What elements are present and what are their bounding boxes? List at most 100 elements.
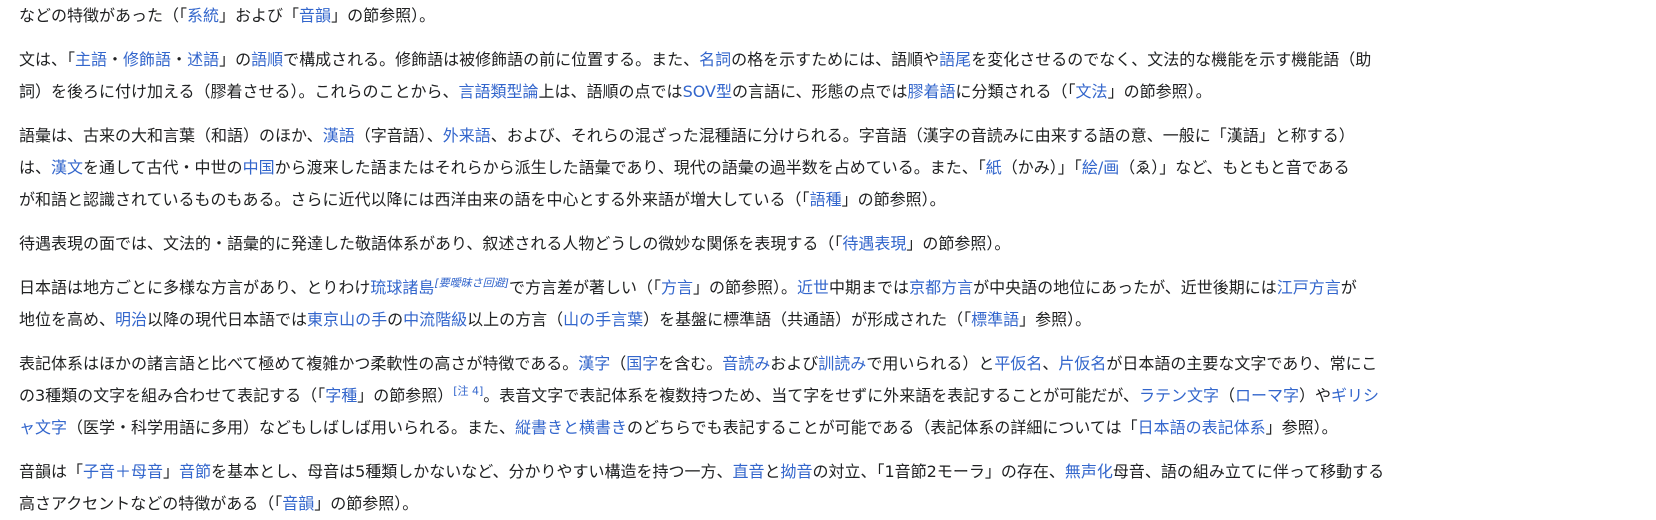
wiki-link[interactable]: 山の手 — [339, 310, 387, 329]
para-phonology: 音韻は「子音＋母音」音節を基本とし、母音は5種類しかないなど、分かりやすい構造を… — [19, 456, 1640, 520]
body-text: で構成される。修飾語は被修飾語の前に位置する。また、 — [283, 50, 700, 69]
body-text: 」の節参照）。 — [693, 278, 798, 297]
wiki-link[interactable]: 漢文 — [51, 158, 83, 177]
text-line: 待遇表現の面では、文法的・語彙的に発達した敬語体系があり、叙述される人物どうしの… — [19, 228, 1640, 260]
reference-link[interactable]: [要曖昧さ回避] — [434, 277, 509, 290]
body-text: ・ — [171, 50, 188, 69]
wiki-link[interactable]: 琉球諸島 — [370, 278, 434, 297]
wiki-link[interactable]: 近世 — [797, 278, 829, 297]
wiki-link[interactable]: 語順 — [251, 50, 283, 69]
wiki-link[interactable]: 漢語 — [323, 126, 355, 145]
body-text: 」の — [219, 50, 252, 69]
wiki-link[interactable]: 紙 — [986, 158, 1002, 177]
body-text: 」の節参照）。 — [1107, 82, 1212, 101]
wiki-link[interactable]: SOV型 — [683, 82, 732, 101]
wiki-link[interactable]: 京都方言 — [909, 278, 973, 297]
article-body: などの特徴があった（「系統」および「音韻」の節参照）。 文は、「主語・修飾語・述語… — [0, 0, 1656, 520]
wiki-link[interactable]: 文法 — [1076, 82, 1108, 101]
wiki-link[interactable]: 膠着語 — [908, 82, 956, 101]
body-text: を通して古代・中世の — [83, 158, 243, 177]
body-text: のどちらでも表記することが可能である（表記体系の詳細については「 — [627, 418, 1138, 437]
body-text: 高さアクセントなどの特徴がある（「 — [19, 494, 283, 513]
wiki-link[interactable]: 語種 — [810, 190, 842, 209]
text-line: は、漢文を通して古代・中世の中国から渡来した語またはそれらから派生した語彙であり… — [19, 152, 1640, 184]
wiki-link[interactable]: 拗音 — [780, 462, 812, 481]
body-text: が中央語の地位にあったが、近世後期には — [973, 278, 1277, 297]
body-text: で方言差が著しい（「 — [508, 278, 661, 297]
text-line: 表記体系はほかの諸言語と比べて極めて複雑かつ柔軟性の高さが特徴である。漢字（国字… — [19, 348, 1640, 380]
para-writing-system: 表記体系はほかの諸言語と比べて極めて複雑かつ柔軟性の高さが特徴である。漢字 （ 国字… — [19, 348, 1640, 444]
wiki-link[interactable]: 名詞 — [699, 50, 731, 69]
wiki-link[interactable]: 江戸方言 — [1277, 278, 1341, 297]
body-text: の — [387, 310, 404, 329]
wiki-link[interactable]: 訓読み — [818, 354, 866, 373]
wiki-link[interactable]: 縦書きと横書き — [515, 418, 627, 437]
wiki-link[interactable]: 待遇表現 — [842, 234, 906, 253]
wiki-link[interactable]: 方言 — [661, 278, 693, 297]
body-text: （ゑ）」など、もともと音である — [1119, 158, 1350, 177]
body-text: 表記体系はほかの諸言語と比べて極めて複雑かつ柔軟性の高さが特徴である。 — [19, 354, 579, 373]
body-text: から渡来した語またはそれらから派生した語彙であり、現代の語彙の過半数を占めている… — [274, 158, 986, 177]
text-line: の3種類の文字を組み合わせて表記する（「字種」の節参照）[注 4]。表音文字で表… — [19, 380, 1640, 412]
text-line: 音韻は「子音＋母音」音節を基本とし、母音は5種類しかないなど、分かりやすい構造を… — [19, 456, 1640, 488]
wiki-link[interactable]: 音韻 — [299, 6, 331, 25]
wiki-link[interactable]: 東京 — [307, 310, 339, 329]
wiki-link[interactable]: ラテン文字 — [1139, 386, 1219, 405]
wiki-link[interactable]: 山の手言葉 — [563, 310, 643, 329]
wiki-link[interactable]: 無声化 — [1065, 462, 1113, 481]
body-text: 」の節参照） — [357, 386, 454, 405]
reference-link[interactable]: [注 4] — [453, 385, 483, 398]
body-text: 」参照）。 — [1265, 418, 1338, 437]
body-text: （ — [1219, 386, 1236, 405]
wiki-link[interactable]: 字種 — [325, 386, 357, 405]
text-line: 詞）を後ろに付け加える（膠着させる）。これらのことから、言語類型論上は、語順の点… — [19, 76, 1640, 108]
body-text: 中期までは — [829, 278, 910, 297]
wiki-link[interactable]: 修飾語 — [123, 50, 171, 69]
wiki-link[interactable]: 漢字 — [578, 354, 610, 373]
wiki-link[interactable]: 主語 — [75, 50, 107, 69]
wiki-link[interactable]: 片仮名 — [1058, 354, 1106, 373]
para-intro-continuation: などの特徴があった（「系統」および「音韻」の節参照）。 — [19, 0, 1640, 32]
wiki-link[interactable]: 語尾 — [939, 50, 971, 69]
body-text: の3種類の文字を組み合わせて表記する（「 — [19, 386, 326, 405]
body-text: 日本語は地方ごとに多様な方言があり、とりわけ — [19, 278, 371, 297]
body-text: で用いられる）と — [866, 354, 995, 373]
body-text: 母音、語の組み立てに伴って移動する — [1112, 462, 1385, 481]
body-text: に分類される（「 — [955, 82, 1076, 101]
body-text: を変化させるのでなく、文法的な機能を示す機能語（助 — [971, 50, 1372, 69]
wiki-link[interactable]: 標準語 — [971, 310, 1019, 329]
wiki-link[interactable]: 平仮名 — [994, 354, 1042, 373]
wiki-link[interactable]: 音読み — [722, 354, 770, 373]
wiki-link[interactable]: 国字 — [626, 354, 658, 373]
wiki-link[interactable]: 明治 — [115, 310, 147, 329]
body-text: 詞）を後ろに付け加える（膠着させる）。これらのことから、 — [19, 82, 459, 101]
body-text: などの特徴があった（「 — [19, 6, 188, 25]
text-line: 地位を高め、明治以降の現代日本語では東京山の手の中流階級以上の方言（山の手言葉）… — [19, 304, 1640, 336]
wiki-link[interactable]: 外来語 — [443, 126, 491, 145]
wiki-link[interactable]: 言語類型論 — [459, 82, 539, 101]
body-text: 」の節参照）。 — [841, 190, 946, 209]
body-text: が日本語の主要な文字であり、常にこ — [1106, 354, 1378, 373]
wiki-link[interactable]: 中流階級 — [403, 310, 467, 329]
body-text: ）を基盤に標準語（共通語）が形成された（「 — [643, 310, 972, 329]
wiki-link[interactable]: 中国 — [243, 158, 275, 177]
wiki-link[interactable]: ローマ字 — [1235, 386, 1299, 405]
text-line: 日本語は地方ごとに多様な方言があり、とりわけ琉球諸島[要曖昧さ回避]で方言差が著… — [19, 272, 1640, 304]
wiki-link[interactable]: 音韻 — [282, 494, 314, 513]
body-text: 」および「 — [219, 6, 300, 25]
wiki-link[interactable]: 日本語の表記体系 — [1138, 418, 1266, 437]
wiki-link[interactable]: ャ文字 — [19, 418, 67, 437]
wiki-link[interactable]: 子音＋母音 — [83, 462, 163, 481]
wiki-link[interactable]: 音節 — [179, 462, 211, 481]
text-line: 高さアクセントなどの特徴がある（「音韻」の節参照）。 — [19, 488, 1640, 520]
wiki-link[interactable]: 系統 — [187, 6, 219, 25]
wiki-link[interactable]: 述語 — [187, 50, 219, 69]
wiki-link[interactable]: ギリシ — [1331, 386, 1379, 405]
wiki-link[interactable]: 直音 — [732, 462, 764, 481]
body-text: を含む。 — [658, 354, 723, 373]
body-text: 上は、語順の点では — [538, 82, 683, 101]
body-text: が和語と認識されているものもある。さらに近代以降には西洋由来の語を中心とする外来… — [19, 190, 810, 209]
text-line: 文は、「主語・修飾語・述語」の語順で構成される。修飾語は被修飾語の前に位置する。… — [19, 44, 1640, 76]
wiki-link[interactable]: 絵/画 — [1082, 158, 1119, 177]
body-text: 以上の方言（ — [467, 310, 564, 329]
